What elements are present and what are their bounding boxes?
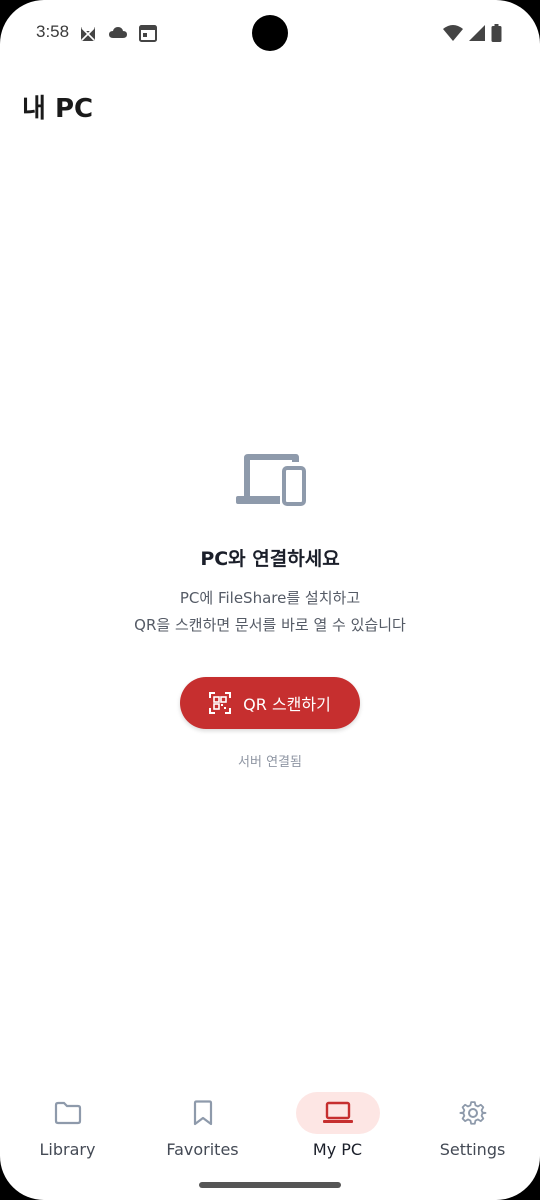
wifi-icon (443, 25, 463, 41)
status-time: 3:58 (36, 22, 70, 41)
folder-icon (54, 1101, 81, 1125)
server-status: 서버 연결됨 (238, 755, 302, 770)
nav-icon-wrap-settings (431, 1092, 515, 1134)
gear-icon (458, 1101, 486, 1125)
laptop-phone-icon (236, 454, 306, 506)
nav-item-library[interactable]: Library (0, 1080, 135, 1180)
qr-scan-icon (209, 692, 232, 714)
nav-item-favorites[interactable]: Favorites (135, 1080, 270, 1180)
empty-state: PC와 연결하세요 PC에 FileShare를 설치하고 QR을 스캔하면 문… (0, 452, 540, 770)
laptop-icon (322, 1101, 353, 1123)
cloud-icon (109, 27, 127, 38)
nav-label-settings: Settings (439, 1140, 506, 1159)
empty-state-desc-line1: PC에 FileShare를 설치하고 (179, 589, 361, 607)
nav-icon-wrap-my-pc (295, 1092, 380, 1134)
page-title: 내 PC (22, 94, 94, 124)
battery-icon (491, 24, 502, 42)
bottom-nav: Library Favorites My PC Settings (0, 1080, 540, 1180)
qr-scan-button-label: QR 스캔하기 (243, 695, 331, 714)
nav-icon-wrap-library (26, 1092, 110, 1134)
nav-item-my-pc[interactable]: My PC (270, 1080, 405, 1180)
nav-label-favorites: Favorites (166, 1140, 239, 1159)
calendar-icon (139, 25, 157, 42)
signal-icon (469, 25, 485, 41)
phone-screen: 3:58 내 PC PC와 연결하세요 PC에 FileShare를 설치하고 … (0, 0, 540, 1200)
empty-state-desc-line2: QR을 스캔하면 문서를 바로 열 수 있습니다 (134, 616, 406, 634)
status-icons-right (443, 24, 502, 42)
bookmark-icon (193, 1100, 212, 1126)
status-icons-left (78, 23, 158, 43)
status-bar: 3:58 (0, 0, 540, 66)
camera-cutout (252, 15, 288, 51)
empty-state-heading: PC와 연결하세요 (200, 548, 340, 570)
nav-label-library: Library (39, 1140, 96, 1159)
empty-state-description: PC에 FileShare를 설치하고 QR을 스캔하면 문서를 바로 열 수 … (0, 585, 540, 639)
nav-icon-wrap-favorites (161, 1092, 245, 1134)
home-indicator[interactable] (199, 1182, 341, 1188)
cat-notification-icon (81, 27, 95, 41)
qr-scan-button[interactable]: QR 스캔하기 (180, 677, 360, 729)
nav-item-settings[interactable]: Settings (405, 1080, 540, 1180)
nav-label-my-pc: My PC (312, 1140, 363, 1159)
